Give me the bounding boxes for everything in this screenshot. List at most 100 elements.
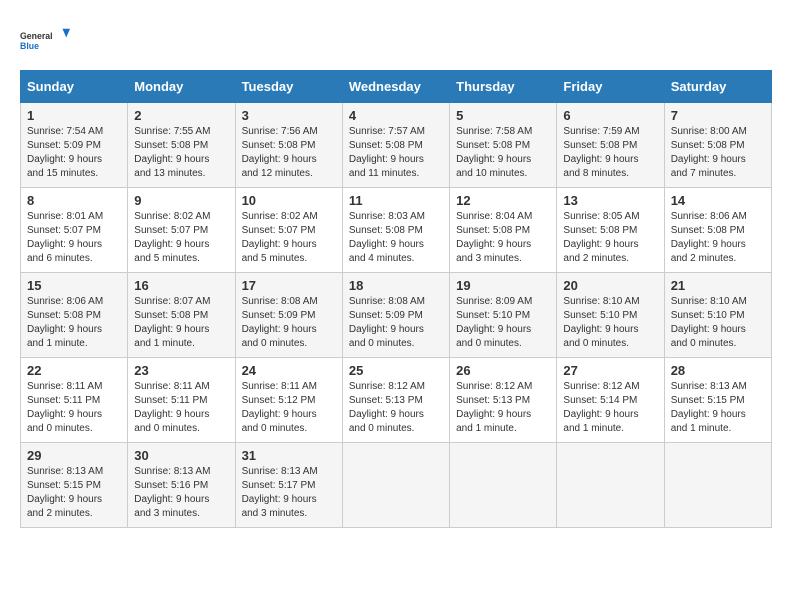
day-number: 20 [563, 278, 657, 293]
day-content: Sunrise: 8:12 AM Sunset: 5:13 PM Dayligh… [349, 380, 443, 436]
day-number: 15 [27, 278, 121, 293]
day-content: Sunrise: 8:09 AM Sunset: 5:10 PM Dayligh… [456, 295, 550, 351]
day-number: 3 [242, 108, 336, 123]
day-cell [664, 443, 771, 528]
day-cell: 20 Sunrise: 8:10 AM Sunset: 5:10 PM Dayl… [557, 273, 664, 358]
day-content: Sunrise: 8:00 AM Sunset: 5:08 PM Dayligh… [671, 125, 765, 181]
day-cell: 24 Sunrise: 8:11 AM Sunset: 5:12 PM Dayl… [235, 358, 342, 443]
day-cell: 25 Sunrise: 8:12 AM Sunset: 5:13 PM Dayl… [342, 358, 449, 443]
day-content: Sunrise: 8:04 AM Sunset: 5:08 PM Dayligh… [456, 210, 550, 266]
day-number: 14 [671, 193, 765, 208]
day-number: 4 [349, 108, 443, 123]
week-row-3: 15 Sunrise: 8:06 AM Sunset: 5:08 PM Dayl… [21, 273, 772, 358]
day-cell: 22 Sunrise: 8:11 AM Sunset: 5:11 PM Dayl… [21, 358, 128, 443]
day-cell [450, 443, 557, 528]
day-cell: 17 Sunrise: 8:08 AM Sunset: 5:09 PM Dayl… [235, 273, 342, 358]
day-number: 18 [349, 278, 443, 293]
day-content: Sunrise: 8:11 AM Sunset: 5:12 PM Dayligh… [242, 380, 336, 436]
day-content: Sunrise: 8:03 AM Sunset: 5:08 PM Dayligh… [349, 210, 443, 266]
day-cell [342, 443, 449, 528]
day-content: Sunrise: 8:13 AM Sunset: 5:16 PM Dayligh… [134, 465, 228, 521]
day-number: 30 [134, 448, 228, 463]
day-cell [557, 443, 664, 528]
day-content: Sunrise: 8:06 AM Sunset: 5:08 PM Dayligh… [671, 210, 765, 266]
day-content: Sunrise: 7:58 AM Sunset: 5:08 PM Dayligh… [456, 125, 550, 181]
logo-svg: General Blue [20, 20, 70, 60]
day-content: Sunrise: 8:10 AM Sunset: 5:10 PM Dayligh… [671, 295, 765, 351]
header-row: SundayMondayTuesdayWednesdayThursdayFrid… [21, 71, 772, 103]
header-friday: Friday [557, 71, 664, 103]
day-number: 10 [242, 193, 336, 208]
day-cell: 31 Sunrise: 8:13 AM Sunset: 5:17 PM Dayl… [235, 443, 342, 528]
day-number: 1 [27, 108, 121, 123]
day-cell: 15 Sunrise: 8:06 AM Sunset: 5:08 PM Dayl… [21, 273, 128, 358]
day-content: Sunrise: 8:12 AM Sunset: 5:14 PM Dayligh… [563, 380, 657, 436]
day-number: 6 [563, 108, 657, 123]
week-row-1: 1 Sunrise: 7:54 AM Sunset: 5:09 PM Dayli… [21, 103, 772, 188]
header-tuesday: Tuesday [235, 71, 342, 103]
day-cell: 2 Sunrise: 7:55 AM Sunset: 5:08 PM Dayli… [128, 103, 235, 188]
day-content: Sunrise: 8:02 AM Sunset: 5:07 PM Dayligh… [242, 210, 336, 266]
header-thursday: Thursday [450, 71, 557, 103]
day-content: Sunrise: 8:13 AM Sunset: 5:17 PM Dayligh… [242, 465, 336, 521]
day-number: 21 [671, 278, 765, 293]
day-content: Sunrise: 8:10 AM Sunset: 5:10 PM Dayligh… [563, 295, 657, 351]
day-number: 5 [456, 108, 550, 123]
day-number: 24 [242, 363, 336, 378]
day-cell: 21 Sunrise: 8:10 AM Sunset: 5:10 PM Dayl… [664, 273, 771, 358]
day-number: 28 [671, 363, 765, 378]
logo: General Blue [20, 20, 70, 60]
day-number: 2 [134, 108, 228, 123]
day-cell: 9 Sunrise: 8:02 AM Sunset: 5:07 PM Dayli… [128, 188, 235, 273]
day-content: Sunrise: 8:13 AM Sunset: 5:15 PM Dayligh… [27, 465, 121, 521]
day-content: Sunrise: 8:11 AM Sunset: 5:11 PM Dayligh… [27, 380, 121, 436]
header-monday: Monday [128, 71, 235, 103]
week-row-5: 29 Sunrise: 8:13 AM Sunset: 5:15 PM Dayl… [21, 443, 772, 528]
day-cell: 18 Sunrise: 8:08 AM Sunset: 5:09 PM Dayl… [342, 273, 449, 358]
day-number: 16 [134, 278, 228, 293]
day-cell: 13 Sunrise: 8:05 AM Sunset: 5:08 PM Dayl… [557, 188, 664, 273]
day-content: Sunrise: 8:06 AM Sunset: 5:08 PM Dayligh… [27, 295, 121, 351]
day-cell: 12 Sunrise: 8:04 AM Sunset: 5:08 PM Dayl… [450, 188, 557, 273]
day-content: Sunrise: 7:59 AM Sunset: 5:08 PM Dayligh… [563, 125, 657, 181]
day-cell: 1 Sunrise: 7:54 AM Sunset: 5:09 PM Dayli… [21, 103, 128, 188]
calendar-table: SundayMondayTuesdayWednesdayThursdayFrid… [20, 70, 772, 528]
svg-text:General: General [20, 31, 53, 41]
day-cell: 30 Sunrise: 8:13 AM Sunset: 5:16 PM Dayl… [128, 443, 235, 528]
day-number: 29 [27, 448, 121, 463]
day-number: 7 [671, 108, 765, 123]
day-cell: 7 Sunrise: 8:00 AM Sunset: 5:08 PM Dayli… [664, 103, 771, 188]
day-number: 23 [134, 363, 228, 378]
day-number: 22 [27, 363, 121, 378]
svg-text:Blue: Blue [20, 41, 39, 51]
week-row-2: 8 Sunrise: 8:01 AM Sunset: 5:07 PM Dayli… [21, 188, 772, 273]
day-content: Sunrise: 8:07 AM Sunset: 5:08 PM Dayligh… [134, 295, 228, 351]
day-content: Sunrise: 8:13 AM Sunset: 5:15 PM Dayligh… [671, 380, 765, 436]
day-number: 19 [456, 278, 550, 293]
day-content: Sunrise: 7:54 AM Sunset: 5:09 PM Dayligh… [27, 125, 121, 181]
day-number: 31 [242, 448, 336, 463]
day-cell: 5 Sunrise: 7:58 AM Sunset: 5:08 PM Dayli… [450, 103, 557, 188]
day-number: 12 [456, 193, 550, 208]
day-cell: 11 Sunrise: 8:03 AM Sunset: 5:08 PM Dayl… [342, 188, 449, 273]
day-content: Sunrise: 8:08 AM Sunset: 5:09 PM Dayligh… [242, 295, 336, 351]
day-cell: 27 Sunrise: 8:12 AM Sunset: 5:14 PM Dayl… [557, 358, 664, 443]
day-number: 27 [563, 363, 657, 378]
day-number: 25 [349, 363, 443, 378]
day-number: 11 [349, 193, 443, 208]
header-sunday: Sunday [21, 71, 128, 103]
day-content: Sunrise: 8:08 AM Sunset: 5:09 PM Dayligh… [349, 295, 443, 351]
day-cell: 16 Sunrise: 8:07 AM Sunset: 5:08 PM Dayl… [128, 273, 235, 358]
day-cell: 19 Sunrise: 8:09 AM Sunset: 5:10 PM Dayl… [450, 273, 557, 358]
day-cell: 23 Sunrise: 8:11 AM Sunset: 5:11 PM Dayl… [128, 358, 235, 443]
header-wednesday: Wednesday [342, 71, 449, 103]
day-cell: 29 Sunrise: 8:13 AM Sunset: 5:15 PM Dayl… [21, 443, 128, 528]
day-content: Sunrise: 8:01 AM Sunset: 5:07 PM Dayligh… [27, 210, 121, 266]
day-content: Sunrise: 8:12 AM Sunset: 5:13 PM Dayligh… [456, 380, 550, 436]
page-header: General Blue [20, 20, 772, 60]
day-content: Sunrise: 7:57 AM Sunset: 5:08 PM Dayligh… [349, 125, 443, 181]
day-cell: 26 Sunrise: 8:12 AM Sunset: 5:13 PM Dayl… [450, 358, 557, 443]
day-content: Sunrise: 8:05 AM Sunset: 5:08 PM Dayligh… [563, 210, 657, 266]
day-cell: 28 Sunrise: 8:13 AM Sunset: 5:15 PM Dayl… [664, 358, 771, 443]
day-number: 8 [27, 193, 121, 208]
